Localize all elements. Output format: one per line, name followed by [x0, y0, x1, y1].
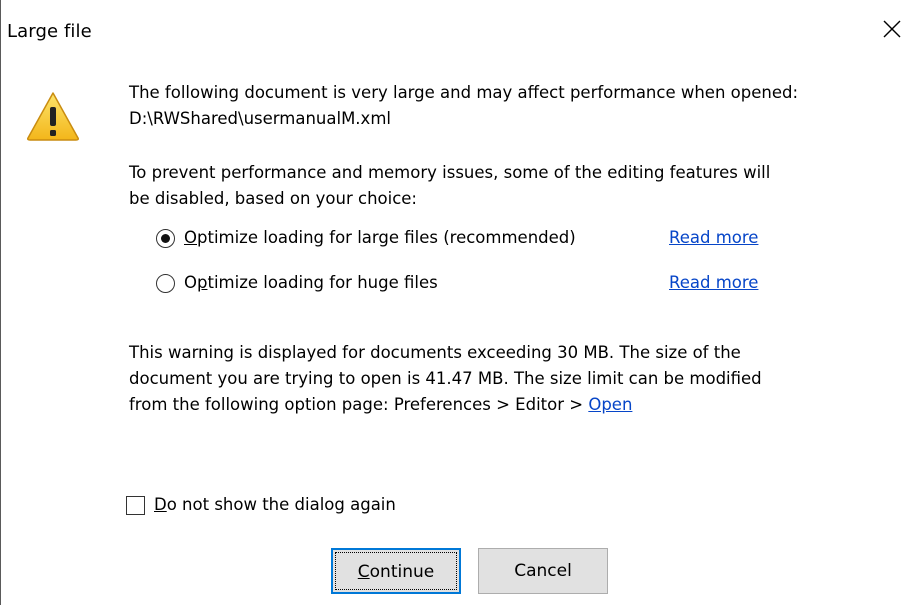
option-huge-files[interactable]: Optimize loading for huge files — [156, 270, 438, 296]
do-not-show-label[interactable]: Do not show the dialog again — [154, 492, 396, 518]
close-button[interactable] — [878, 17, 906, 45]
warning-text-line-2: document you are trying to open is 41.47… — [129, 369, 762, 388]
message-text: The following document is very large and… — [129, 83, 799, 102]
option-large-files-label: Optimize loading for large files (recomm… — [184, 228, 576, 247]
warning-text-line-1: This warning is displayed for documents … — [129, 343, 741, 362]
cancel-button[interactable]: Cancel — [478, 548, 608, 594]
radio-huge-files[interactable] — [156, 273, 175, 293]
option-huge-files-label: Optimize loading for huge files — [184, 273, 438, 292]
file-path: D:\RWShared\usermanualM.xml — [129, 109, 391, 128]
prevent-text-line-1: To prevent performance and memory issues… — [129, 163, 771, 182]
read-more-link-huge[interactable]: Read more — [669, 270, 758, 296]
warning-text-line-3: from the following option page: Preferen… — [129, 392, 632, 418]
open-preferences-link[interactable]: Open — [588, 395, 632, 414]
do-not-show-checkbox[interactable] — [126, 496, 145, 515]
window-title: Large file — [7, 21, 92, 42]
read-more-link-large[interactable]: Read more — [669, 225, 758, 251]
warning-text-line-3-label: from the following option page: Preferen… — [129, 395, 589, 414]
title-bar: Large file — [1, 0, 910, 62]
large-file-dialog: Large file The following document is ver… — [0, 0, 910, 605]
radio-large-files[interactable] — [156, 228, 175, 248]
close-icon — [883, 20, 901, 42]
prevent-text-line-2: be disabled, based on your choice: — [129, 189, 417, 208]
continue-button[interactable]: Continue — [331, 548, 461, 594]
option-large-files[interactable]: Optimize loading for large files (recomm… — [156, 225, 576, 251]
warning-icon — [25, 90, 81, 142]
